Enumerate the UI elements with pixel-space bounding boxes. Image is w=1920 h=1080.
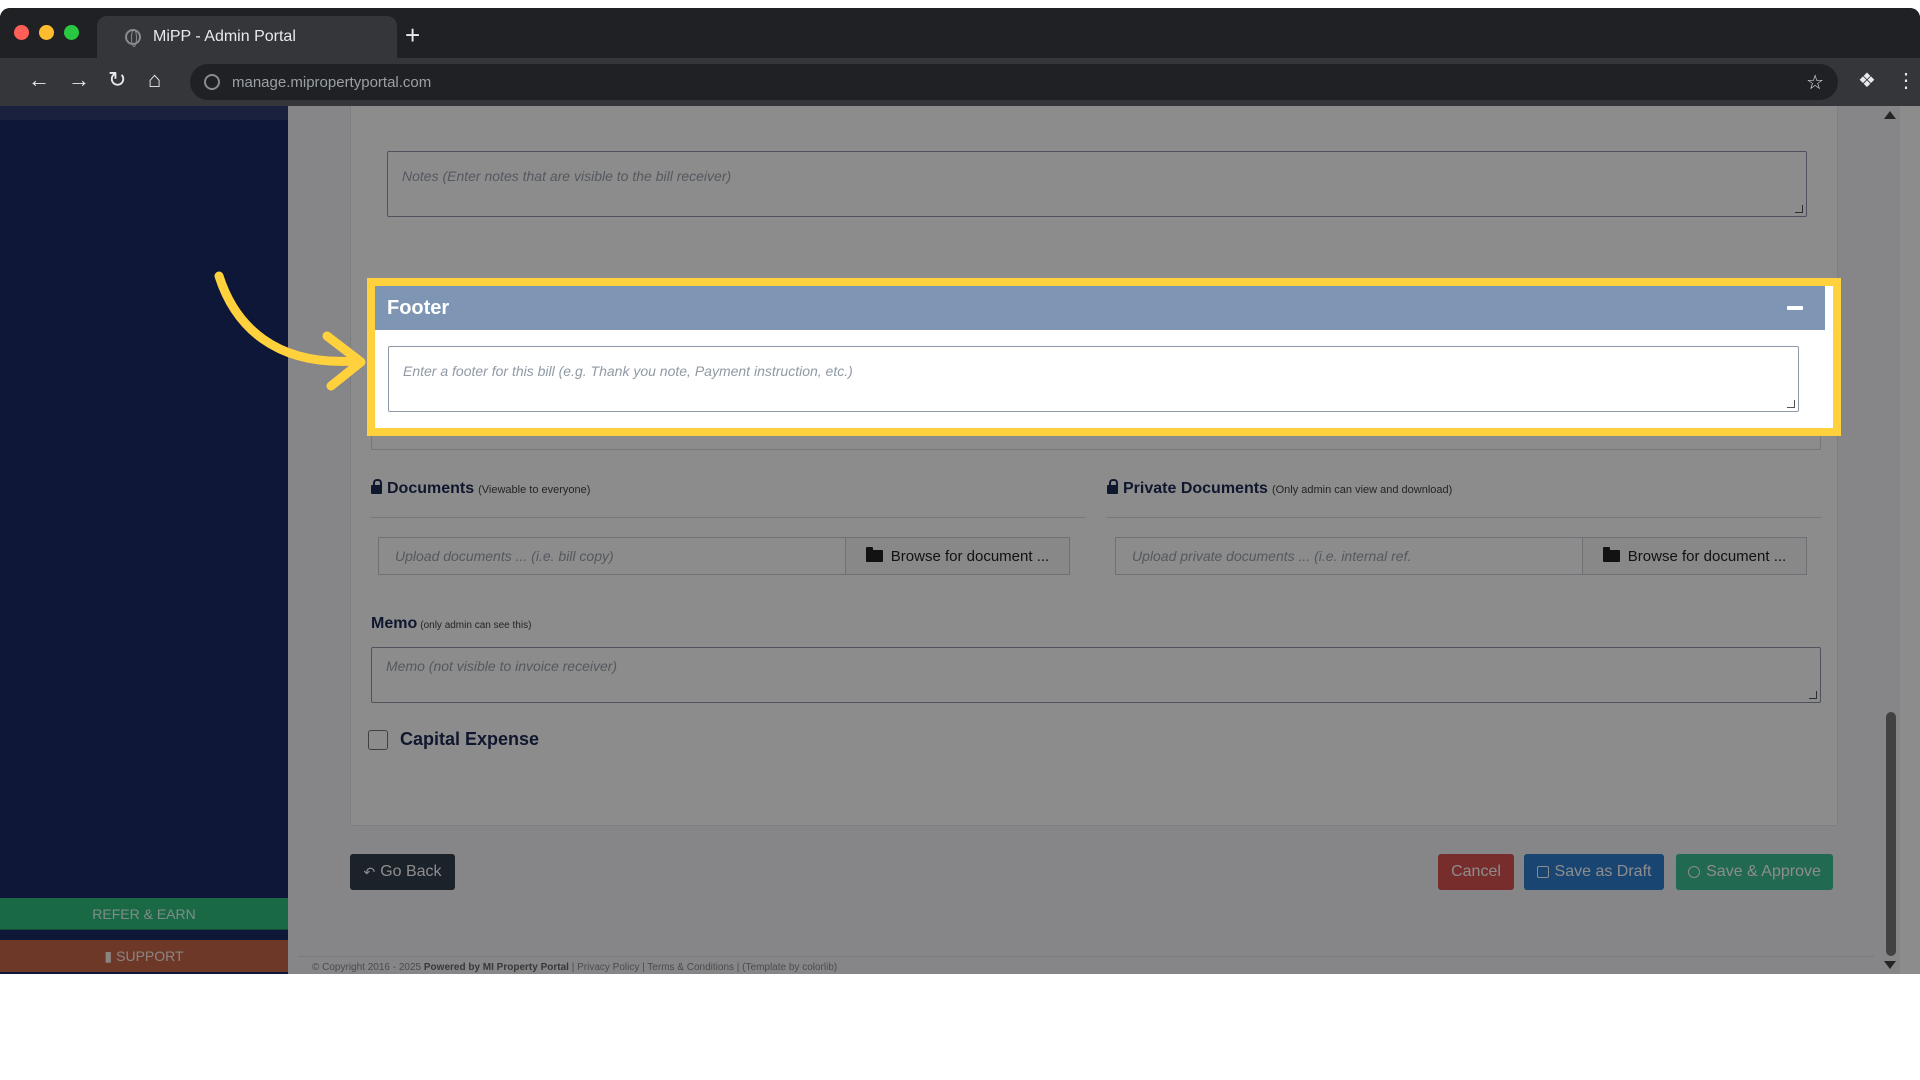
maximize-window-button[interactable] — [64, 25, 79, 40]
close-window-button[interactable] — [14, 25, 29, 40]
resize-grip-icon[interactable] — [1787, 400, 1795, 408]
tab-title: MiPP - Admin Portal — [153, 28, 296, 45]
footer-placeholder: Enter a footer for this bill (e.g. Thank… — [403, 363, 853, 379]
footer-textarea[interactable]: Enter a footer for this bill (e.g. Thank… — [388, 346, 1799, 412]
callout-arrow-icon — [214, 271, 366, 391]
new-tab-button[interactable]: + — [405, 22, 420, 48]
footer-panel-header[interactable]: Footer — [375, 286, 1825, 330]
minimize-window-button[interactable] — [39, 25, 54, 40]
site-info-icon[interactable] — [204, 74, 220, 90]
forward-arrow-icon[interactable]: → — [68, 68, 90, 92]
reload-icon[interactable]: ↻ — [108, 68, 126, 92]
browser-toolbar: ← → ↻ ⌂ manage.mipropertyportal.com ☆ ❖ … — [0, 58, 1920, 106]
bookmark-star-icon[interactable]: ☆ — [1806, 70, 1824, 95]
browser-tab[interactable]: MiPP - Admin Portal — [97, 16, 397, 58]
dim-overlay — [0, 106, 1920, 974]
globe-icon — [125, 29, 141, 47]
home-icon[interactable]: ⌂ — [148, 68, 161, 92]
footer-panel-highlight: Footer Enter a footer for this bill (e.g… — [367, 278, 1841, 436]
address-bar[interactable]: manage.mipropertyportal.com ☆ — [190, 64, 1838, 100]
browser-window: MiPP - Admin Portal + ← → ↻ ⌂ manage.mip… — [0, 8, 1920, 974]
footer-panel-title: Footer — [387, 296, 450, 319]
tab-strip: MiPP - Admin Portal + — [0, 8, 1920, 58]
page-viewport: REFER & EARN ▮ SUPPORT Notes (Enter note… — [0, 106, 1920, 974]
kebab-menu-icon[interactable]: ⋮ — [1896, 68, 1916, 93]
url-text: manage.mipropertyportal.com — [232, 73, 432, 91]
back-arrow-icon[interactable]: ← — [28, 68, 50, 92]
collapse-minus-icon[interactable] — [1787, 306, 1803, 310]
extensions-puzzle-icon[interactable]: ❖ — [1858, 68, 1876, 93]
